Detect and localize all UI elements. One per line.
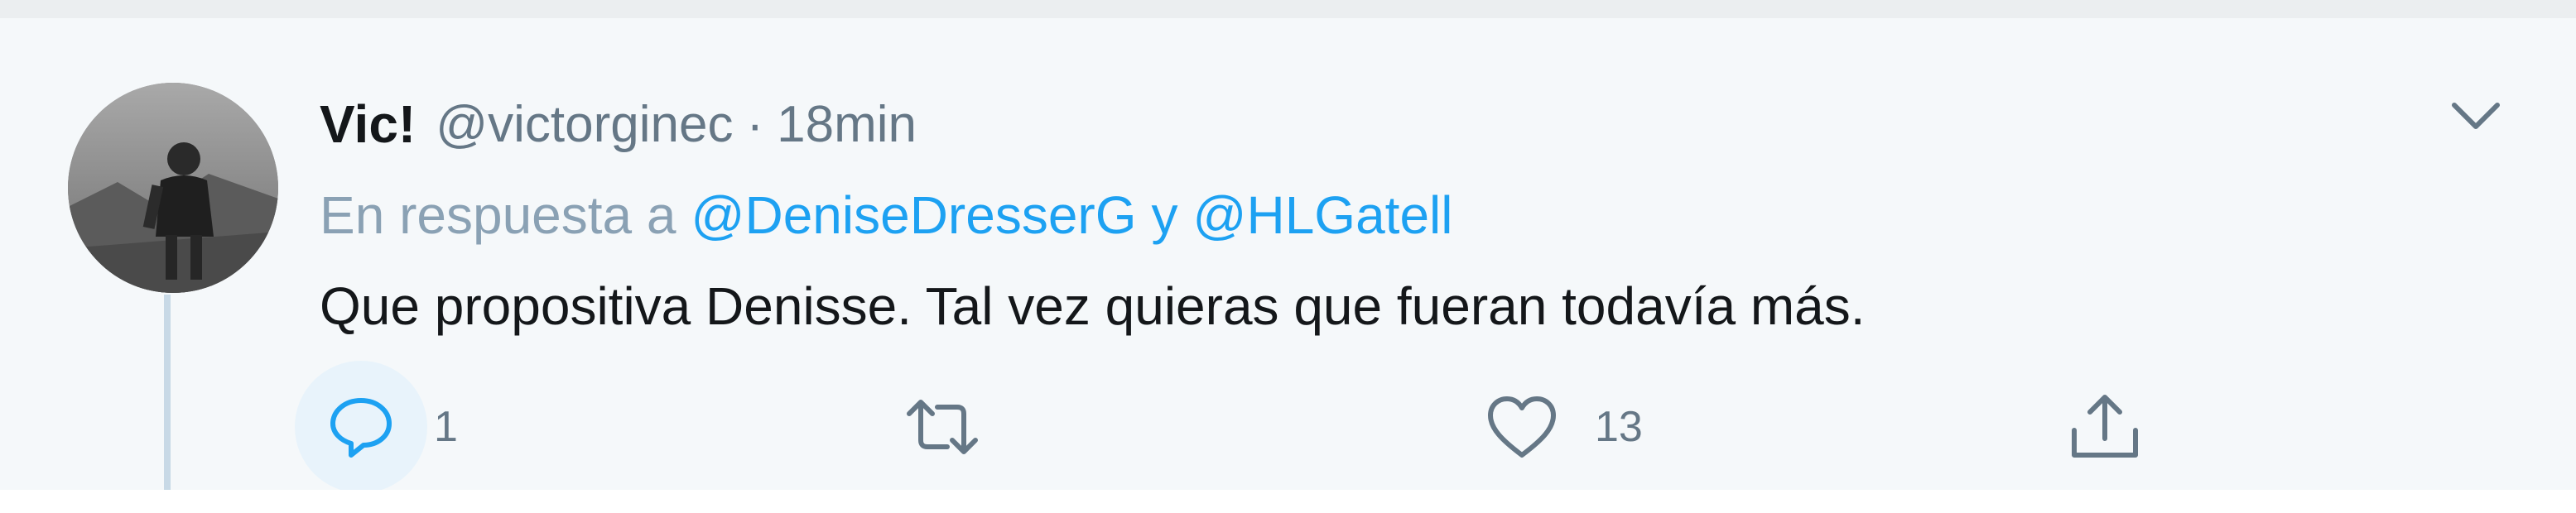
like-button[interactable]: 13 xyxy=(1456,361,1643,493)
reply-icon xyxy=(326,392,396,462)
reply-count: 1 xyxy=(434,403,458,451)
reply-prefix: En respuesta a xyxy=(320,185,677,245)
tweet-card[interactable]: Vic! @victorginec · 18min En respuesta a… xyxy=(0,18,2576,493)
share-icon xyxy=(2068,392,2142,462)
more-options-button[interactable] xyxy=(2443,89,2509,144)
top-divider xyxy=(0,0,2576,18)
chevron-down-icon xyxy=(2451,102,2501,132)
heart-icon xyxy=(1485,394,1558,460)
thread-connector xyxy=(164,295,171,513)
avatar[interactable] xyxy=(68,83,278,293)
reply-context: En respuesta a @DeniseDresserG y @HLGate… xyxy=(320,174,1452,256)
like-count: 13 xyxy=(1595,403,1643,451)
timestamp[interactable]: 18min xyxy=(777,95,917,154)
tweet-header: Vic! @victorginec · 18min xyxy=(320,83,917,165)
reply-conjunction: y xyxy=(1151,185,1178,245)
bottom-edge xyxy=(0,490,2576,513)
retweet-icon xyxy=(903,392,982,462)
user-handle[interactable]: @victorginec xyxy=(436,95,733,154)
separator-dot: · xyxy=(746,95,764,153)
tweet-text: Que propositiva Denisse. Tal vez quieras… xyxy=(320,276,1866,336)
retweet-button[interactable] xyxy=(876,361,1015,493)
mention-link[interactable]: @DeniseDresserG xyxy=(691,185,1137,246)
display-name[interactable]: Vic! xyxy=(320,93,416,155)
reply-button[interactable]: 1 xyxy=(295,361,458,493)
mention-link[interactable]: @HLGatell xyxy=(1193,185,1453,246)
share-button[interactable] xyxy=(2039,361,2178,493)
